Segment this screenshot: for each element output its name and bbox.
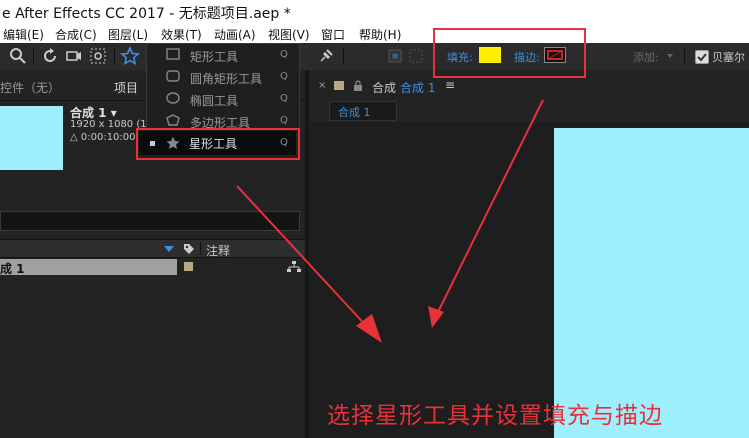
menu-item-label: 矩形工具 <box>190 50 239 64</box>
toolbar: 填充: 描边: 添加: 贝塞尔 <box>0 43 749 70</box>
comp-breadcrumb[interactable]: 合成 1 <box>329 101 397 121</box>
toolbar-divider <box>684 48 685 65</box>
menu-item-shortcut: Q <box>280 49 288 60</box>
instruction-caption: 选择星形工具并设置填充与描边 <box>327 403 663 429</box>
toolbar-divider <box>33 48 34 65</box>
menu-composition[interactable]: 合成(C) <box>55 26 97 43</box>
row-name-cell <box>0 259 177 275</box>
menu-item-ellipse[interactable]: 椭圆工具 Q <box>147 88 299 110</box>
menu-help[interactable]: 帮助(H) <box>359 26 401 43</box>
comp-duration: △ 0:00:10:00, <box>70 132 139 143</box>
fill-stroke-highlight <box>433 28 586 78</box>
column-divider <box>200 242 201 255</box>
viewer-tab-prefix: 合成 <box>372 81 397 95</box>
label-color-chip[interactable] <box>184 262 193 271</box>
menu-window[interactable]: 窗口 <box>321 26 345 43</box>
star-tool-icon[interactable] <box>120 45 140 66</box>
window-title: e After Effects CC 2017 - 无标题项目.aep * <box>2 6 291 22</box>
column-comment[interactable]: 注释 <box>206 242 230 259</box>
comp-breadcrumb-label: 合成 1 <box>338 106 371 119</box>
label-color-chip <box>334 81 344 90</box>
project-search-input[interactable] <box>0 211 300 231</box>
zoom-tool-icon[interactable] <box>8 46 28 66</box>
title-bar: e After Effects CC 2017 - 无标题项目.aep * <box>0 0 749 24</box>
pan-behind-tool-icon[interactable] <box>88 46 108 66</box>
grid-icon[interactable] <box>406 46 426 66</box>
comp-thumbnail <box>0 106 63 170</box>
toolbar-divider <box>114 48 115 65</box>
menu-item-rectangle[interactable]: 矩形工具 Q <box>147 44 299 66</box>
column-header: 注释 <box>0 239 305 258</box>
comp-canvas[interactable] <box>554 128 749 438</box>
project-row[interactable]: 成 1 <box>0 259 305 276</box>
menu-item-label: 圆角矩形工具 <box>190 72 263 86</box>
star-tool-highlight <box>136 128 300 160</box>
menu-edit[interactable]: 编辑(E) <box>3 26 44 43</box>
menu-animation[interactable]: 动画(A) <box>214 26 256 43</box>
menu-layer[interactable]: 图层(L) <box>108 26 148 43</box>
close-icon[interactable]: × <box>318 80 326 91</box>
menu-item-shortcut: Q <box>280 115 288 126</box>
camera-tool-icon[interactable] <box>64 46 84 66</box>
rounded-rectangle-icon <box>166 70 180 82</box>
tab-comp[interactable]: 合成 1 <box>400 79 435 96</box>
shape-tool-menu: 矩形工具 Q 圆角矩形工具 Q 椭圆工具 Q 多边形工具 Q <box>146 43 300 135</box>
flowchart-icon[interactable] <box>287 261 301 273</box>
add-label: 添加: <box>633 51 659 64</box>
lock-icon[interactable] <box>352 80 364 92</box>
polygon-icon <box>166 114 180 126</box>
menu-item-shortcut: Q <box>280 93 288 104</box>
label-tag-icon[interactable] <box>183 243 195 255</box>
tab-menu-icon[interactable]: ≡ <box>445 78 455 92</box>
menu-effect[interactable]: 效果(T) <box>161 26 202 43</box>
sort-arrow-icon[interactable] <box>163 244 175 254</box>
rectangle-icon <box>166 48 180 60</box>
bezier-label: 贝塞尔 <box>712 51 745 64</box>
menu-view[interactable]: 视图(V) <box>268 26 310 43</box>
menu-bar: 编辑(E) 合成(C) 图层(L) 效果(T) 动画(A) 视图(V) 窗口 帮… <box>0 24 749 43</box>
row-name: 成 1 <box>0 262 25 276</box>
tab-effect-controls[interactable]: 控件（无） <box>0 79 60 96</box>
toolbar-divider <box>343 48 344 65</box>
menu-item-label: 椭圆工具 <box>190 94 239 108</box>
tab-project[interactable]: 项目 <box>114 79 138 96</box>
add-dropdown-icon[interactable] <box>660 46 680 66</box>
bezier-checkbox[interactable] <box>695 50 709 64</box>
pin-tool-icon[interactable] <box>316 46 336 66</box>
menu-item-rounded-rectangle[interactable]: 圆角矩形工具 Q <box>147 66 299 88</box>
ellipse-icon <box>166 92 180 104</box>
puppet-tool-icon[interactable] <box>385 46 405 66</box>
menu-item-shortcut: Q <box>280 71 288 82</box>
rotate-tool-icon[interactable] <box>40 46 60 66</box>
panel-divider[interactable] <box>305 70 309 438</box>
